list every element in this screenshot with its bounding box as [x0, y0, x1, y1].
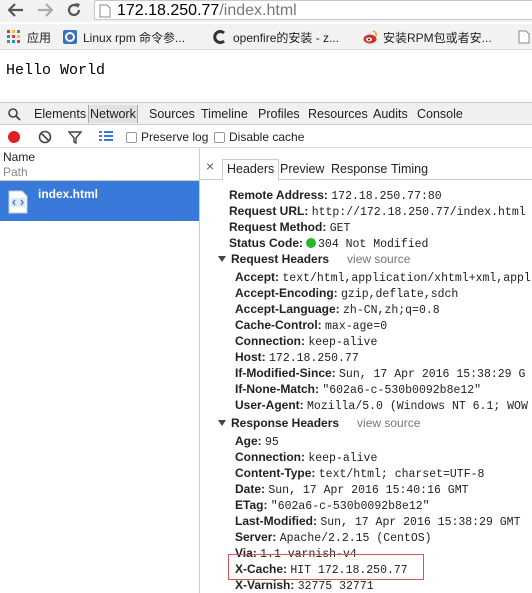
bookmark-label: openfire的安装 - z...: [233, 30, 340, 45]
tab-response[interactable]: Response: [327, 160, 391, 180]
view-toggle-button[interactable]: [99, 130, 113, 142]
request-name: index.html: [38, 187, 99, 201]
filter-icon: [68, 131, 82, 144]
preserve-log-checkbox[interactable]: Preserve log: [126, 130, 208, 144]
filter-button[interactable]: [68, 130, 82, 144]
tab-profiles[interactable]: Profiles: [257, 105, 301, 123]
expand-triangle-icon: [218, 256, 226, 262]
request-details: × Headers Preview Response Timing Remote…: [200, 148, 532, 593]
tab-network[interactable]: Network: [88, 105, 138, 123]
tab-console[interactable]: Console: [416, 105, 464, 123]
request-row[interactable]: index.html: [0, 181, 199, 221]
column-name[interactable]: Name: [3, 150, 35, 164]
request-headers-toggle[interactable]: Request Headers view source: [218, 251, 410, 267]
response-view-source-link[interactable]: view source: [357, 416, 420, 430]
tab-sources[interactable]: Sources: [148, 105, 196, 123]
browser-toolbar: 172.18.250.77/index.html: [0, 0, 532, 22]
search-icon[interactable]: [8, 108, 21, 121]
checkbox-box[interactable]: [214, 131, 225, 143]
response-headers-toggle[interactable]: Response Headers view source: [218, 415, 420, 431]
page-text: Hello World: [6, 62, 106, 79]
detail-tabbar: × Headers Preview Response Timing: [200, 158, 532, 181]
tab-timeline[interactable]: Timeline: [200, 105, 249, 123]
bookmark-label: Linux rpm 命令参...: [83, 30, 186, 45]
disable-cache-label: Disable cache: [229, 130, 305, 144]
network-toolbar: Preserve log Disable cache: [0, 126, 532, 148]
bookmark-install-rpm[interactable]: 安装RPM包或者安...: [362, 28, 492, 46]
request-list-header[interactable]: Name Path: [0, 148, 199, 181]
bookmark-openfire[interactable]: openfire的安装 - z...: [212, 28, 339, 46]
close-icon[interactable]: ×: [206, 158, 214, 174]
req-header-user-agent: User-Agent: Mozilla/5.0 (Windows NT 6.1;…: [235, 398, 528, 413]
page-viewport: Hello World: [0, 51, 532, 97]
highlight-box: [228, 554, 424, 580]
arrow-right-icon: [38, 3, 53, 17]
apps-grid-icon: [6, 29, 22, 45]
preserve-log-label: Preserve log: [141, 130, 209, 144]
reload-icon: [67, 3, 81, 17]
list-view-icon: [99, 131, 113, 141]
request-view-source-link[interactable]: view source: [347, 252, 410, 266]
checkbox-box[interactable]: [126, 131, 137, 143]
bookmark-apps[interactable]: 应用: [6, 28, 51, 46]
bookmark-linux-rpm[interactable]: Linux rpm 命令参...: [62, 28, 185, 46]
page-icon: [518, 30, 530, 44]
address-bar[interactable]: 172.18.250.77/index.html: [94, 0, 532, 20]
record-button[interactable]: [7, 130, 21, 144]
bookmark-overflow[interactable]: [518, 30, 532, 46]
tab-elements[interactable]: Elements: [33, 105, 87, 123]
record-icon: [8, 131, 20, 143]
forward-button[interactable]: [35, 0, 55, 20]
html-file-icon: [8, 190, 28, 214]
url-text: 172.18.250.77/index.html: [117, 2, 297, 19]
reload-button[interactable]: [64, 0, 84, 20]
tab-audits[interactable]: Audits: [372, 105, 409, 123]
bookmark-page-icon: [62, 29, 78, 45]
clear-icon: [38, 130, 52, 144]
c-logo-icon: [212, 29, 228, 45]
tab-timing[interactable]: Timing: [387, 160, 432, 180]
tab-headers[interactable]: Headers: [222, 159, 280, 181]
tab-preview[interactable]: Preview: [276, 160, 328, 180]
back-button[interactable]: [6, 0, 26, 20]
status-ok-icon: [306, 238, 317, 248]
bookmarks-bar: 应用 Linux rpm 命令参... openfire的安装 - z... 安…: [0, 24, 532, 50]
arrow-left-icon: [8, 3, 23, 17]
bookmark-label: 应用: [27, 30, 52, 45]
disable-cache-checkbox[interactable]: Disable cache: [214, 130, 304, 144]
devtools-tabbar: Elements Network Sources Timeline Profil…: [0, 102, 532, 125]
request-list: Name Path index.html: [0, 148, 200, 593]
column-path: Path: [3, 165, 28, 179]
bookmark-label: 安装RPM包或者安...: [383, 30, 492, 45]
weibo-logo-icon: [362, 29, 378, 45]
clear-button[interactable]: [38, 130, 52, 144]
page-icon: [99, 4, 111, 18]
expand-triangle-icon: [218, 420, 226, 426]
tab-resources[interactable]: Resources: [307, 105, 369, 123]
